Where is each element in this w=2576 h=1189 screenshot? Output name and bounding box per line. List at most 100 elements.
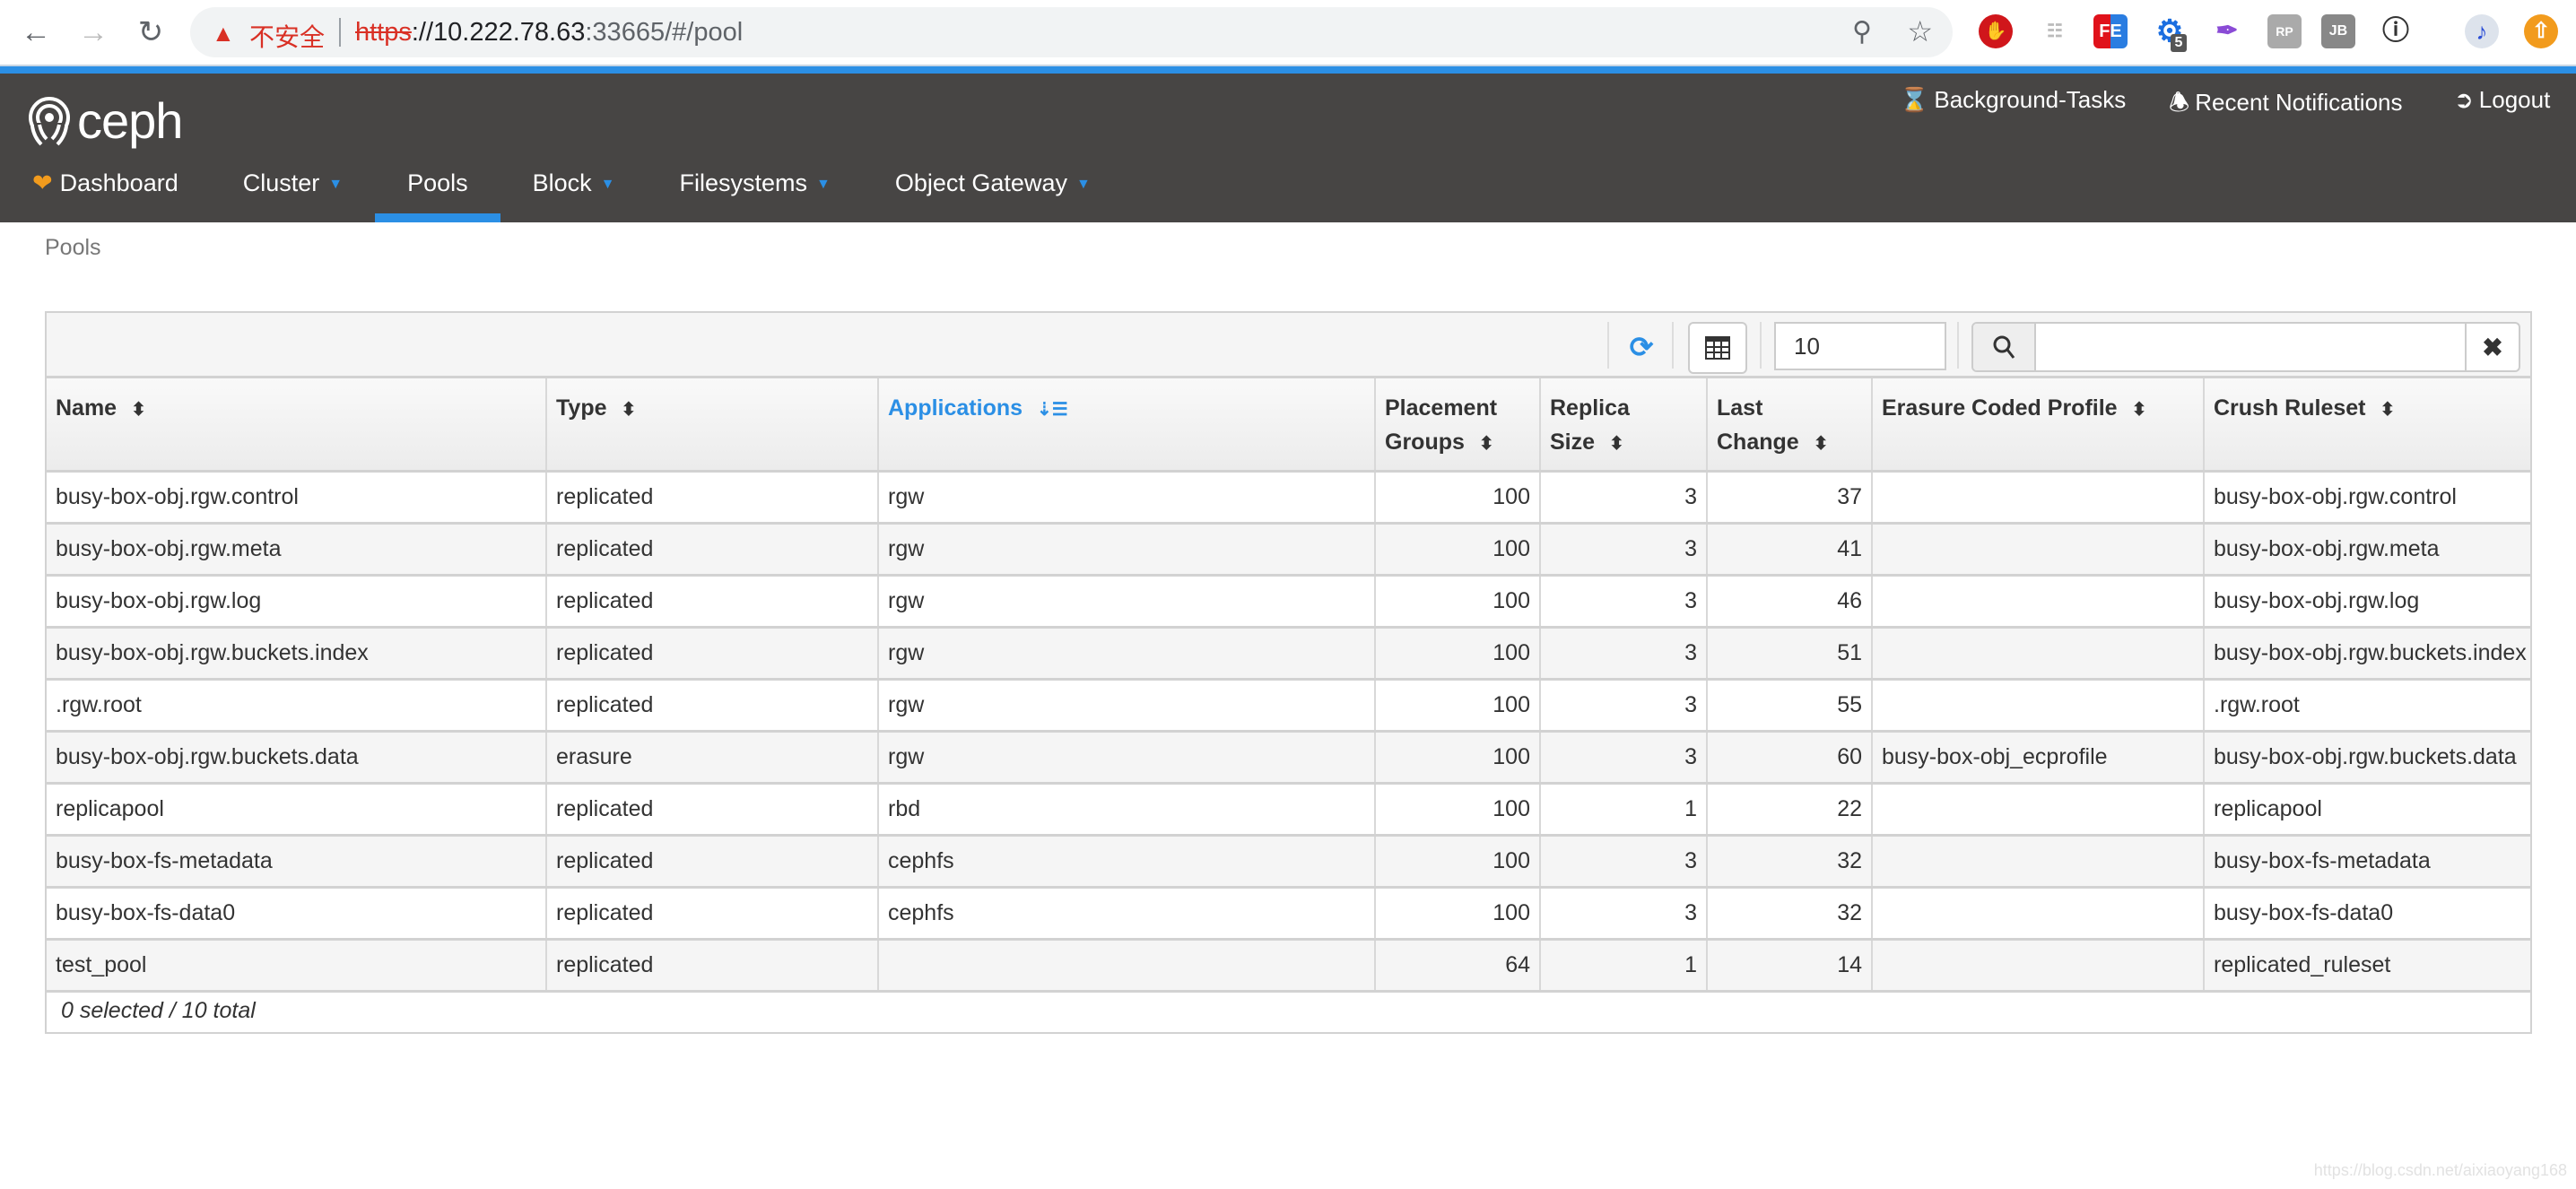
table-row[interactable]: busy-box-obj.rgw.control replicated rgw 100… (47, 471, 2530, 525)
table-row[interactable]: busy-box-obj.rgw.buckets.index replicated… (47, 627, 2530, 681)
table-cell: 46 (1707, 575, 1873, 629)
bookmark-star-icon[interactable]: ☆ (1907, 14, 1933, 48)
table-row[interactable]: test_pool replicated 64 1 14 replicated_rules… (47, 939, 2530, 993)
menu-cluster[interactable]: Cluster ▼ (211, 163, 375, 222)
table-cell (1872, 627, 2205, 681)
table-row[interactable]: busy-box-obj.rgw.log replicated rgw 100 3 46 b… (47, 575, 2530, 629)
forward-icon[interactable]: → (75, 14, 111, 50)
table-cell: replicated (546, 887, 879, 941)
feather-extension-icon[interactable]: ✒ (2210, 14, 2244, 48)
table-cell (1872, 575, 2205, 629)
back-icon[interactable]: ← (18, 14, 54, 50)
refresh-icon[interactable]: ⟳ (1623, 329, 1659, 365)
menu-object-gateway[interactable]: Object Gateway ▼ (863, 163, 1123, 222)
table-row[interactable]: busy-box-fs-data0 replicated cephfs 100 3 32 b… (47, 887, 2530, 941)
divider (1760, 322, 1762, 369)
sort-icon: ⬍ (2131, 400, 2147, 420)
upload-extension-icon[interactable]: ⇧ (2524, 14, 2558, 48)
hourglass-icon: ⌛ (1900, 86, 1929, 113)
ceph-logo[interactable]: ceph (27, 91, 183, 150)
sitemap-extension-icon[interactable]: ☷ (2038, 14, 2072, 48)
column-toggle-button[interactable] (1688, 322, 1747, 374)
column-header[interactable]: Replica Size ⬍ (1540, 378, 1708, 473)
table-cell: rgw (878, 627, 1376, 681)
table-row[interactable]: .rgw.root replicated rgw 100 3 55 .rgw.root (47, 679, 2530, 733)
table-row[interactable]: busy-box-obj.rgw.meta replicated rgw 100 3 41… (47, 523, 2530, 577)
table-cell: rgw (878, 523, 1376, 577)
table-cell: 3 (1540, 471, 1708, 525)
logout-link[interactable]: ➲ Logout (2454, 86, 2550, 114)
fe-extension-icon[interactable]: FE (2093, 14, 2128, 48)
reload-icon[interactable]: ↻ (133, 14, 169, 50)
column-header[interactable]: Last Change ⬍ (1707, 378, 1873, 473)
table-cell: busy-box-obj.rgw.control (2204, 471, 2530, 525)
recent-notifications-link[interactable]: 🕭 Recent Notifications (2169, 86, 2403, 126)
address-bar[interactable]: ▲ 不安全 https://10.222.78.63:33665/#/pool … (190, 7, 1953, 57)
table-cell (1872, 679, 2205, 733)
table-cell: replicated_ruleset (2204, 939, 2530, 993)
column-header[interactable]: Type ⬍ (546, 378, 879, 473)
column-header-label: Applications (888, 395, 1023, 421)
search-input[interactable] (2036, 324, 2465, 370)
table-toolbar: ⟳ ✖ (47, 313, 2530, 378)
clear-search-button[interactable]: ✖ (2465, 324, 2519, 370)
table-cell: busy-box-obj.rgw.log (2204, 575, 2530, 629)
music-extension-icon[interactable]: ♪ (2465, 14, 2499, 48)
sort-icon: ⬍ (2380, 400, 2396, 420)
table-cell: busy-box-obj.rgw.buckets.index (47, 627, 547, 681)
table-cell: 51 (1707, 627, 1873, 681)
table-cell: 100 (1375, 731, 1541, 785)
warning-icon: ▲ (212, 20, 235, 47)
background-tasks-label: Background-Tasks (1934, 86, 2127, 113)
table-cell: 100 (1375, 887, 1541, 941)
table-cell: rgw (878, 471, 1376, 525)
divider (339, 18, 341, 47)
table-cell: replicated (546, 627, 879, 681)
table-cell: busy-box-obj.rgw.log (47, 575, 547, 629)
accent-bar (0, 65, 2576, 74)
table-cell (1872, 523, 2205, 577)
table-cell: cephfs (878, 835, 1376, 889)
table-cell: rgw (878, 575, 1376, 629)
url-scheme: https (355, 18, 412, 47)
table-cell: 32 (1707, 887, 1873, 941)
ceph-logo-icon (29, 96, 70, 146)
table-cell: 37 (1707, 471, 1873, 525)
page-size-input[interactable] (1774, 322, 1946, 370)
menu-label: Block (532, 169, 592, 196)
sign-out-icon: ➲ (2454, 86, 2474, 113)
rp-extension-icon[interactable]: RP (2267, 14, 2302, 48)
table-cell: busy-box-obj.rgw.meta (2204, 523, 2530, 577)
search-group: ✖ (1971, 322, 2520, 372)
data-table: Name ⬍ Type ⬍ Applications ⇣☰ Placement Groups… (47, 378, 2530, 993)
adblock-extension-icon[interactable]: ✋ (1979, 14, 2013, 48)
column-header[interactable]: Crush Ruleset ⬍ (2204, 378, 2530, 473)
menu-pools[interactable]: Pools (375, 163, 500, 222)
table-cell: rgw (878, 731, 1376, 785)
watermark: https://blog.csdn.net/aixiaoyang168 (2313, 1161, 2567, 1179)
zoom-out-icon[interactable]: ⚲ (1852, 16, 1872, 48)
divider (1672, 322, 1674, 369)
column-header[interactable]: Erasure Coded Profile ⬍ (1872, 378, 2205, 473)
table-cell (878, 939, 1376, 993)
column-header[interactable]: Name ⬍ (47, 378, 547, 473)
menu-block[interactable]: Block ▼ (500, 163, 648, 222)
caret-down-icon: ▼ (1075, 176, 1091, 192)
background-tasks-link[interactable]: ⌛ Background-Tasks (1900, 86, 2126, 114)
column-header[interactable]: Placement Groups ⬍ (1375, 378, 1541, 473)
menu-dashboard[interactable]: ❤ Dashboard (0, 163, 211, 222)
table-cell: 3 (1540, 887, 1708, 941)
jb-extension-icon[interactable]: JB (2321, 14, 2355, 48)
column-header[interactable]: Applications ⇣☰ (878, 378, 1376, 473)
table-row[interactable]: busy-box-fs-metadata replicated cephfs 100 3… (47, 835, 2530, 889)
selection-count: 0 selected / 10 total (61, 998, 256, 1023)
logout-label: Logout (2478, 86, 2551, 113)
divider (1607, 322, 1609, 369)
url-text[interactable]: https://10.222.78.63:33665/#/pool (355, 18, 743, 48)
table-row[interactable]: busy-box-obj.rgw.buckets.data erasure rgw 1… (47, 731, 2530, 785)
gear-extension-icon[interactable]: ⚙ 5 (2153, 14, 2187, 52)
table-row[interactable]: replicapool replicated rbd 100 1 22 replicapoo… (47, 783, 2530, 837)
password-extension-icon[interactable]: ⓘ (2379, 14, 2413, 48)
table-cell: busy-box-obj_ecprofile (1872, 731, 2205, 785)
menu-filesystems[interactable]: Filesystems ▼ (648, 163, 863, 222)
